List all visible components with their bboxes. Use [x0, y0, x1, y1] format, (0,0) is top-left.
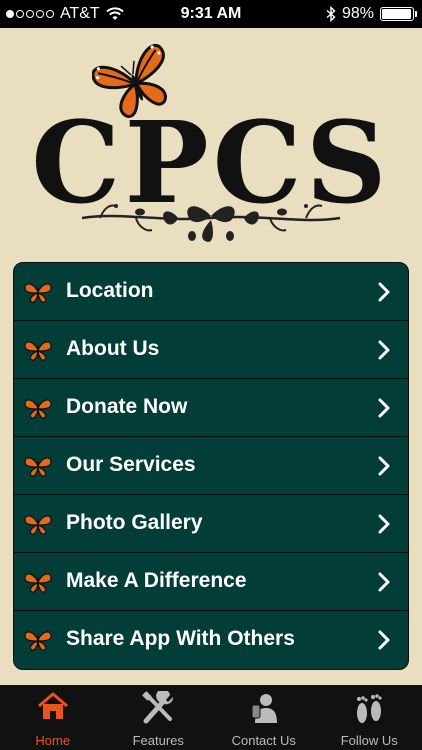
- tab-contact-us[interactable]: Contact Us: [211, 685, 317, 750]
- butterfly-icon: [24, 283, 52, 303]
- menu-item-make-a-difference[interactable]: Make A Difference: [14, 553, 408, 611]
- butterfly-icon: [24, 573, 52, 593]
- butterfly-icon: [24, 399, 52, 419]
- tools-icon: [142, 691, 174, 724]
- tab-follow-us[interactable]: Follow Us: [317, 685, 422, 750]
- contact-person-icon: [251, 694, 277, 723]
- tab-features[interactable]: Features: [106, 685, 212, 750]
- menu-item-label: Donate Now: [66, 395, 188, 418]
- menu-item-photo-gallery[interactable]: Photo Gallery: [14, 495, 408, 553]
- chevron-right-icon: [378, 456, 390, 476]
- chevron-right-icon: [378, 514, 390, 534]
- butterfly-icon: [24, 341, 52, 361]
- menu-item-label: Photo Gallery: [66, 511, 203, 534]
- home-icon: [37, 692, 68, 719]
- butterfly-icon: [24, 515, 52, 535]
- battery-percentage: 98%: [341, 5, 374, 22]
- vine-ornament: [81, 204, 341, 242]
- menu-item-donate-now[interactable]: Donate Now: [14, 379, 408, 437]
- butterfly-icon: [24, 457, 52, 477]
- tab-label: Contact Us: [231, 733, 296, 748]
- tab-label: Features: [132, 733, 184, 748]
- butterfly-icon: [24, 631, 52, 651]
- tab-label: Home: [35, 733, 71, 748]
- menu-item-label: Share App With Others: [66, 627, 295, 650]
- menu-item-share-app[interactable]: Share App With Others: [14, 611, 408, 669]
- main-menu: Location About Us Donate Now Our Service…: [13, 262, 409, 670]
- menu-item-our-services[interactable]: Our Services: [14, 437, 408, 495]
- chevron-right-icon: [378, 398, 390, 418]
- footprints-icon: [357, 694, 382, 723]
- status-right: 98%: [326, 5, 417, 23]
- app-header: CPCS: [0, 28, 422, 253]
- menu-item-label: Our Services: [66, 453, 196, 476]
- chevron-right-icon: [378, 572, 390, 592]
- chevron-right-icon: [378, 340, 390, 360]
- menu-item-label: About Us: [66, 337, 160, 360]
- bluetooth-icon: [326, 6, 336, 22]
- menu-item-about-us[interactable]: About Us: [14, 321, 408, 379]
- tab-label: Follow Us: [340, 733, 398, 748]
- chevron-right-icon: [378, 282, 390, 302]
- battery-icon: [380, 7, 417, 21]
- tab-home[interactable]: Home: [0, 685, 106, 750]
- status-bar: AT&T 9:31 AM 98%: [0, 0, 422, 28]
- menu-item-label: Make A Difference: [66, 569, 247, 592]
- menu-item-location[interactable]: Location: [14, 263, 408, 321]
- menu-item-label: Location: [66, 279, 154, 302]
- tab-bar: Home Features Contact Us Follow Us: [0, 685, 422, 750]
- chevron-right-icon: [378, 630, 390, 650]
